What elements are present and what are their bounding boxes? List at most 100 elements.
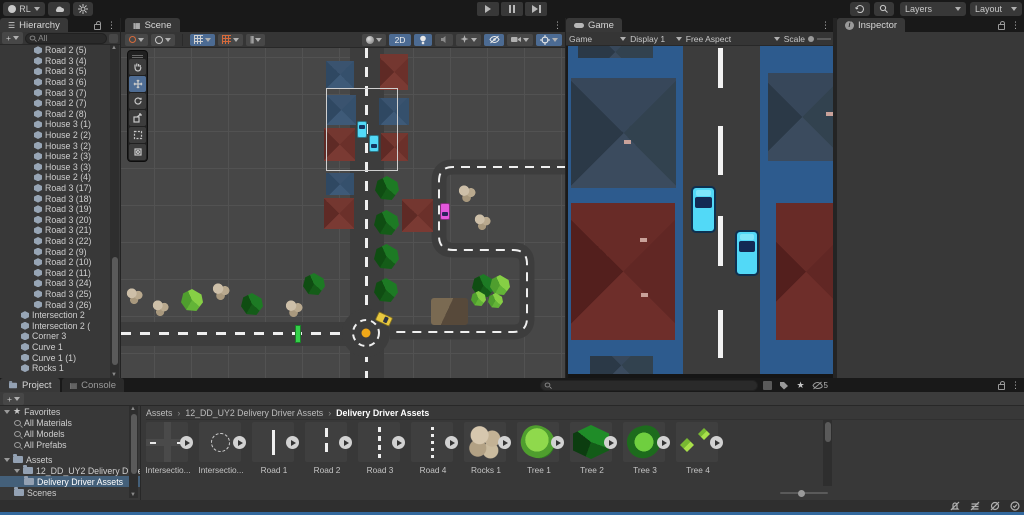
project-tree-row[interactable]: All Materials bbox=[0, 417, 140, 428]
search-window-icon[interactable] bbox=[109, 33, 118, 43]
hierarchy-row[interactable]: Road 3 (4) bbox=[0, 56, 120, 67]
create-object-button[interactable]: + bbox=[2, 32, 23, 44]
hierarchy-row[interactable]: Road 3 (17) bbox=[0, 183, 120, 194]
project-tree-scrollbar[interactable]: ▲ ▼ bbox=[129, 406, 138, 498]
scale-tool-button[interactable] bbox=[129, 110, 146, 126]
hierarchy-row[interactable]: Road 3 (25) bbox=[0, 289, 120, 300]
panel-menu-icon[interactable]: ⋮ bbox=[1011, 380, 1020, 390]
hierarchy-row[interactable]: Road 3 (24) bbox=[0, 278, 120, 289]
expand-arrow-icon[interactable] bbox=[4, 457, 10, 462]
scene-visibility-button[interactable] bbox=[484, 33, 504, 46]
scrollbar-thumb[interactable] bbox=[824, 422, 831, 442]
rect-tool-button[interactable] bbox=[129, 127, 146, 143]
prefab-expand-arrow[interactable] bbox=[339, 436, 352, 449]
hierarchy-row[interactable]: Intersection 2 ( bbox=[0, 320, 120, 331]
panel-menu-icon[interactable]: ⋮ bbox=[1011, 20, 1020, 30]
play-button[interactable] bbox=[477, 2, 499, 16]
prefab-expand-arrow[interactable] bbox=[604, 436, 617, 449]
console-log-muted-icon[interactable] bbox=[990, 501, 1000, 511]
asset-tile[interactable]: Tree 4 bbox=[676, 422, 723, 484]
account-button[interactable]: RL bbox=[3, 2, 45, 16]
prefab-expand-arrow[interactable] bbox=[445, 436, 458, 449]
hierarchy-row[interactable]: Road 3 (26) bbox=[0, 299, 120, 310]
pause-button[interactable] bbox=[501, 2, 523, 16]
palette-grip[interactable] bbox=[129, 53, 146, 58]
panel-menu-icon[interactable]: ⋮ bbox=[107, 20, 116, 30]
project-tree-row[interactable]: Delivery Driver Assets bbox=[0, 476, 140, 487]
project-search-input[interactable] bbox=[540, 379, 758, 391]
breadcrumb-current[interactable]: Delivery Driver Assets bbox=[336, 408, 429, 418]
prefab-expand-arrow[interactable] bbox=[180, 436, 193, 449]
scene-camera-dropdown[interactable] bbox=[507, 33, 533, 46]
label-icon[interactable] bbox=[779, 381, 789, 390]
display-dropdown[interactable]: Display 1 bbox=[630, 34, 682, 44]
tab-game[interactable]: Game bbox=[566, 18, 622, 32]
hierarchy-search-input[interactable]: All bbox=[24, 32, 107, 44]
search-everything-button[interactable] bbox=[874, 2, 894, 16]
cloud-button[interactable] bbox=[48, 2, 70, 16]
hierarchy-row[interactable]: Road 3 (5) bbox=[0, 66, 120, 77]
aspect-dropdown[interactable]: Free Aspect bbox=[686, 34, 780, 44]
asset-tile[interactable]: Tree 2 bbox=[570, 422, 617, 484]
hierarchy-row[interactable]: Road 3 (21) bbox=[0, 225, 120, 236]
panel-menu-icon[interactable]: ⋮ bbox=[821, 20, 830, 30]
panel-menu-icon[interactable]: ⋮ bbox=[553, 20, 562, 30]
hierarchy-row[interactable]: Road 2 (9) bbox=[0, 246, 120, 257]
step-button[interactable] bbox=[525, 2, 547, 16]
console-warning-muted-icon[interactable] bbox=[970, 501, 980, 511]
grid-snapping-button[interactable] bbox=[190, 33, 215, 46]
panel-divider[interactable] bbox=[140, 406, 141, 500]
tab-project[interactable]: Project bbox=[0, 378, 60, 392]
prefab-expand-arrow[interactable] bbox=[551, 436, 564, 449]
hierarchy-row[interactable]: Road 2 (8) bbox=[0, 109, 120, 120]
hierarchy-row[interactable]: Road 2 (5) bbox=[0, 45, 120, 56]
hierarchy-row[interactable]: Intersection 2 bbox=[0, 310, 120, 321]
hierarchy-row[interactable]: House 2 (4) bbox=[0, 172, 120, 183]
prefab-expand-arrow[interactable] bbox=[286, 436, 299, 449]
asset-tile[interactable]: Road 4 bbox=[411, 422, 458, 484]
tool-handle-rotation-button[interactable] bbox=[151, 33, 175, 46]
prefab-expand-arrow[interactable] bbox=[710, 436, 723, 449]
project-tree-row[interactable]: Scenes bbox=[0, 487, 140, 498]
console-error-muted-icon[interactable] bbox=[950, 501, 960, 511]
tab-inspector[interactable]: i Inspector bbox=[837, 18, 906, 32]
project-tree-row[interactable]: ★ Favorites bbox=[0, 406, 140, 417]
move-tool-button[interactable] bbox=[129, 76, 146, 92]
hand-tool-button[interactable] bbox=[129, 59, 146, 75]
game-view-dropdown[interactable]: Game bbox=[569, 34, 627, 44]
hierarchy-row[interactable]: House 3 (3) bbox=[0, 162, 120, 173]
slider-knob[interactable] bbox=[808, 35, 815, 42]
asset-tile[interactable]: Road 3 bbox=[358, 422, 405, 484]
hierarchy-row[interactable]: Road 3 (19) bbox=[0, 204, 120, 215]
project-tree-row[interactable]: 12_DD_UY2 Delivery Drive bbox=[0, 465, 140, 476]
create-asset-button[interactable]: + bbox=[3, 392, 24, 405]
hierarchy-row[interactable]: Road 3 (22) bbox=[0, 236, 120, 247]
asset-tile[interactable]: Road 1 bbox=[252, 422, 299, 484]
scene-effects-dropdown[interactable] bbox=[456, 33, 481, 46]
shading-mode-dropdown[interactable] bbox=[362, 33, 386, 46]
scene-viewport[interactable] bbox=[121, 48, 566, 378]
grid-visibility-button[interactable] bbox=[218, 33, 243, 46]
transform-tool-button[interactable] bbox=[129, 144, 146, 160]
hierarchy-row[interactable]: Road 3 (7) bbox=[0, 87, 120, 98]
hierarchy-row[interactable]: Road 2 (11) bbox=[0, 267, 120, 278]
tool-handle-position-button[interactable] bbox=[125, 33, 148, 46]
asset-tile[interactable]: Road 2 bbox=[305, 422, 352, 484]
asset-tile[interactable]: Intersectio... bbox=[198, 422, 246, 484]
hierarchy-row[interactable]: Rocks 1 bbox=[0, 363, 120, 374]
project-tree-row[interactable]: Assets bbox=[0, 454, 140, 465]
tab-console[interactable]: ▤ Console bbox=[61, 378, 124, 392]
lock-icon[interactable] bbox=[94, 20, 101, 30]
asset-tile[interactable]: Rocks 1 bbox=[464, 422, 511, 484]
status-check-icon[interactable] bbox=[1010, 501, 1020, 511]
hierarchy-row[interactable]: Road 3 (20) bbox=[0, 215, 120, 226]
asset-zoom-slider[interactable] bbox=[780, 488, 828, 498]
prefab-expand-arrow[interactable] bbox=[498, 436, 511, 449]
hierarchy-row[interactable]: House 3 (2) bbox=[0, 140, 120, 151]
settings-button[interactable] bbox=[73, 2, 93, 16]
prefab-expand-arrow[interactable] bbox=[657, 436, 670, 449]
hierarchy-row[interactable]: Curve 1 bbox=[0, 342, 120, 353]
rotate-tool-button[interactable] bbox=[129, 93, 146, 109]
game-viewport[interactable] bbox=[566, 46, 834, 378]
prefab-expand-arrow[interactable] bbox=[233, 436, 246, 449]
